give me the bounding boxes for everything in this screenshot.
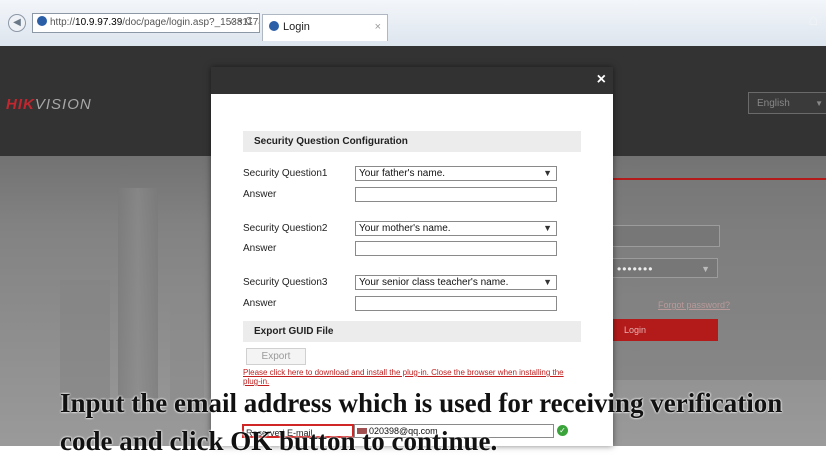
address-bar[interactable]: http://10.9.97.39/doc/page/login.asp?_15…: [32, 13, 260, 33]
security-question-1-label: Security Question1: [243, 168, 328, 179]
language-select[interactable]: English ▼: [748, 92, 826, 114]
forgot-password-link[interactable]: Forgot password?: [658, 300, 730, 310]
home-icon[interactable]: ⌂: [808, 12, 818, 30]
security-question-section-title: Security Question Configuration: [243, 131, 581, 152]
security-question-2-label: Security Question2: [243, 223, 328, 234]
url-host: 10.9.97.39: [75, 17, 123, 28]
close-icon[interactable]: ×: [597, 71, 606, 89]
chevron-down-icon: ▼: [815, 99, 823, 108]
login-button[interactable]: Login: [612, 319, 718, 341]
chevron-down-icon: ▼: [701, 264, 711, 274]
login-panel: [612, 178, 826, 380]
chevron-down-icon: ▼: [543, 168, 552, 178]
chevron-down-icon: ▼: [543, 277, 552, 287]
building-illustration: [118, 188, 158, 398]
language-value: English: [757, 98, 790, 109]
security-question-3-label: Security Question3: [243, 277, 328, 288]
building-illustration: [60, 280, 110, 400]
url-prefix: http://: [50, 17, 76, 28]
ie-icon: [37, 16, 47, 26]
instruction-caption: Input the email address which is used fo…: [60, 388, 783, 456]
answer-3-label: Answer: [243, 298, 277, 309]
logo-rest: VISION: [34, 96, 92, 113]
search-refresh-icon[interactable]: ⌕ ▾ C: [230, 13, 253, 31]
security-question-1-select[interactable]: Your father's name. ▼: [355, 166, 557, 181]
password-field[interactable]: ••••••• ▼: [612, 258, 718, 278]
hikvision-logo: HIKVISION: [6, 96, 92, 113]
tab-login[interactable]: Login ×: [262, 14, 388, 41]
browser-toolbar: ◀ http://10.9.97.39/doc/page/login.asp?_…: [0, 0, 826, 47]
ie-icon: [269, 21, 279, 31]
security-question-3-value: Your senior class teacher's name.: [359, 277, 509, 288]
answer-1-label: Answer: [243, 189, 277, 200]
answer-3-input[interactable]: [355, 296, 557, 311]
security-question-3-select[interactable]: Your senior class teacher's name. ▼: [355, 275, 557, 290]
security-question-2-select[interactable]: Your mother's name. ▼: [355, 221, 557, 236]
password-mask: •••••••: [617, 262, 654, 276]
tab-close-icon[interactable]: ×: [375, 15, 381, 39]
export-button[interactable]: Export: [246, 348, 306, 365]
back-button[interactable]: ◀: [8, 14, 26, 32]
answer-1-input[interactable]: [355, 187, 557, 202]
security-question-2-value: Your mother's name.: [359, 223, 451, 234]
tab-title: Login: [283, 21, 310, 33]
chevron-down-icon: ▼: [543, 223, 552, 233]
answer-2-input[interactable]: [355, 241, 557, 256]
answer-2-label: Answer: [243, 243, 277, 254]
security-question-1-value: Your father's name.: [359, 168, 446, 179]
dialog-header: ×: [211, 67, 613, 94]
export-guid-section-title: Export GUID File: [243, 321, 581, 342]
logo-brand: HIK: [6, 96, 35, 113]
username-field[interactable]: [612, 225, 720, 247]
